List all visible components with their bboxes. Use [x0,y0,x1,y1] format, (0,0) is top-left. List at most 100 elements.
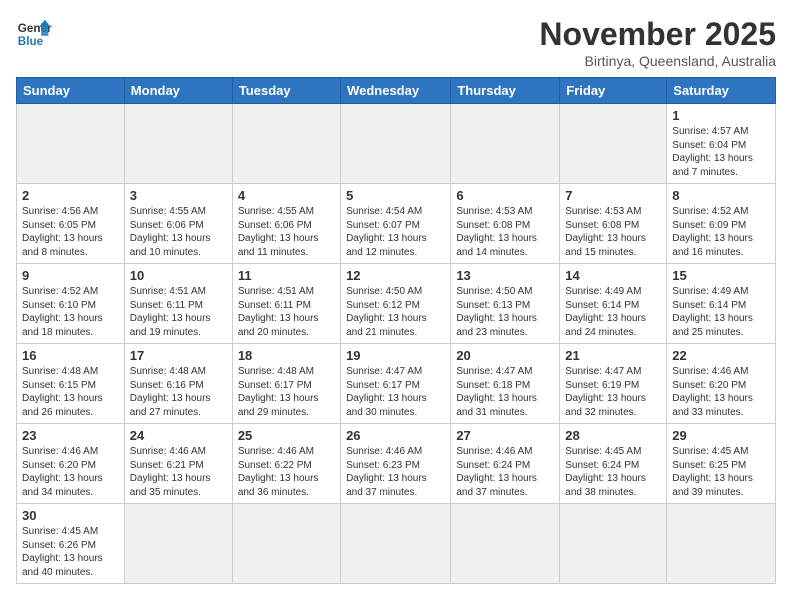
calendar-cell: 24 Sunrise: 4:46 AM Sunset: 6:21 PM Dayli… [124,424,232,504]
calendar-cell: 25Sunrise: 4:46 AM Sunset: 6:22 PM Dayli… [232,424,340,504]
day-info: Sunrise: 4:54 AM Sunset: 6:07 PM Dayligh… [346,205,445,259]
calendar-cell: 2Sunrise: 4:56 AM Sunset: 6:05 PM Daylig… [17,184,125,264]
svg-text:Blue: Blue [18,35,44,48]
day-number: 29 [672,428,770,443]
calendar-cell [341,504,451,584]
day-number: 16 [22,348,119,363]
calendar-cell: 17Sunrise: 4:48 AM Sunset: 6:16 PM Dayli… [124,344,232,424]
calendar-table: SundayMondayTuesdayWednesdayThursdayFrid… [16,77,776,584]
calendar-cell [560,504,667,584]
day-number: 24 [130,428,227,443]
day-number: 6 [456,188,554,203]
calendar-cell: 3Sunrise: 4:55 AM Sunset: 6:06 PM Daylig… [124,184,232,264]
day-number: 11 [238,268,335,283]
day-info: Sunrise: 4:52 AM Sunset: 6:10 PM Dayligh… [22,285,119,339]
day-info: Sunrise: 4:46 AM Sunset: 6:21 PM Dayligh… [130,445,227,499]
calendar-week-5: 23Sunrise: 4:46 AM Sunset: 6:20 PM Dayli… [17,424,776,504]
day-info: Sunrise: 4:51 AM Sunset: 6:11 PM Dayligh… [130,285,227,339]
month-title: November 2025 [539,16,776,53]
logo: General Blue [16,16,52,52]
calendar-cell [560,104,667,184]
day-info: Sunrise: 4:55 AM Sunset: 6:06 PM Dayligh… [130,205,227,259]
calendar-week-4: 16 Sunrise: 4:48 AM Sunset: 6:15 PM Dayli… [17,344,776,424]
day-number: 8 [672,188,770,203]
calendar-cell: 29 Sunrise: 4:45 AM Sunset: 6:25 PM Dayli… [667,424,776,504]
day-info: Sunrise: 4:48 AM Sunset: 6:15 PM Dayligh… [22,365,119,419]
day-info: Sunrise: 4:46 AM Sunset: 6:20 PM Dayligh… [672,365,770,419]
day-number: 7 [565,188,661,203]
calendar-cell: 30 Sunrise: 4:45 AM Sunset: 6:26 PM Dayli… [17,504,125,584]
day-number: 20 [456,348,554,363]
calendar-cell: 9 Sunrise: 4:52 AM Sunset: 6:10 PM Daylig… [17,264,125,344]
day-info: Sunrise: 4:50 AM Sunset: 6:12 PM Dayligh… [346,285,445,339]
calendar-cell [451,504,560,584]
calendar-cell [232,504,340,584]
day-info: Sunrise: 4:49 AM Sunset: 6:14 PM Dayligh… [672,285,770,339]
calendar-cell: 15Sunrise: 4:49 AM Sunset: 6:14 PM Dayli… [667,264,776,344]
calendar-week-1: 1Sunrise: 4:57 AM Sunset: 6:04 PM Daylig… [17,104,776,184]
day-info: Sunrise: 4:57 AM Sunset: 6:04 PM Dayligh… [672,125,770,179]
day-number: 10 [130,268,227,283]
day-number: 18 [238,348,335,363]
day-number: 25 [238,428,335,443]
calendar-cell [124,104,232,184]
day-number: 4 [238,188,335,203]
location: Birtinya, Queensland, Australia [539,53,776,69]
calendar-cell [124,504,232,584]
calendar-cell [232,104,340,184]
day-number: 19 [346,348,445,363]
calendar-cell: 11 Sunrise: 4:51 AM Sunset: 6:11 PM Dayli… [232,264,340,344]
day-number: 27 [456,428,554,443]
page-header: General Blue November 2025 Birtinya, Que… [16,16,776,69]
title-block: November 2025 Birtinya, Queensland, Aust… [539,16,776,69]
calendar-cell [17,104,125,184]
day-header-monday: Monday [124,78,232,104]
day-info: Sunrise: 4:47 AM Sunset: 6:18 PM Dayligh… [456,365,554,419]
day-info: Sunrise: 4:47 AM Sunset: 6:19 PM Dayligh… [565,365,661,419]
day-header-saturday: Saturday [667,78,776,104]
calendar-cell: 21 Sunrise: 4:47 AM Sunset: 6:19 PM Dayli… [560,344,667,424]
calendar-cell: 14 Sunrise: 4:49 AM Sunset: 6:14 PM Dayli… [560,264,667,344]
calendar-cell [667,504,776,584]
day-number: 5 [346,188,445,203]
calendar-cell: 8 Sunrise: 4:52 AM Sunset: 6:09 PM Daylig… [667,184,776,264]
day-number: 13 [456,268,554,283]
day-info: Sunrise: 4:45 AM Sunset: 6:26 PM Dayligh… [22,525,119,579]
day-info: Sunrise: 4:45 AM Sunset: 6:24 PM Dayligh… [565,445,661,499]
calendar-cell [451,104,560,184]
day-info: Sunrise: 4:46 AM Sunset: 6:23 PM Dayligh… [346,445,445,499]
calendar-cell: 27 Sunrise: 4:46 AM Sunset: 6:24 PM Dayli… [451,424,560,504]
day-info: Sunrise: 4:52 AM Sunset: 6:09 PM Dayligh… [672,205,770,259]
calendar-cell: 12 Sunrise: 4:50 AM Sunset: 6:12 PM Dayli… [341,264,451,344]
day-info: Sunrise: 4:46 AM Sunset: 6:20 PM Dayligh… [22,445,119,499]
day-info: Sunrise: 4:53 AM Sunset: 6:08 PM Dayligh… [456,205,554,259]
day-info: Sunrise: 4:45 AM Sunset: 6:25 PM Dayligh… [672,445,770,499]
day-number: 9 [22,268,119,283]
calendar-cell: 18Sunrise: 4:48 AM Sunset: 6:17 PM Dayli… [232,344,340,424]
day-header-tuesday: Tuesday [232,78,340,104]
day-info: Sunrise: 4:51 AM Sunset: 6:11 PM Dayligh… [238,285,335,339]
calendar-week-2: 2Sunrise: 4:56 AM Sunset: 6:05 PM Daylig… [17,184,776,264]
day-info: Sunrise: 4:46 AM Sunset: 6:24 PM Dayligh… [456,445,554,499]
calendar-cell: 6 Sunrise: 4:53 AM Sunset: 6:08 PM Daylig… [451,184,560,264]
calendar-cell [341,104,451,184]
day-number: 22 [672,348,770,363]
day-info: Sunrise: 4:55 AM Sunset: 6:06 PM Dayligh… [238,205,335,259]
calendar-header-row: SundayMondayTuesdayWednesdayThursdayFrid… [17,78,776,104]
calendar-week-3: 9 Sunrise: 4:52 AM Sunset: 6:10 PM Daylig… [17,264,776,344]
day-number: 30 [22,508,119,523]
day-number: 2 [22,188,119,203]
calendar-cell: 13 Sunrise: 4:50 AM Sunset: 6:13 PM Dayli… [451,264,560,344]
day-header-wednesday: Wednesday [341,78,451,104]
day-number: 12 [346,268,445,283]
day-info: Sunrise: 4:48 AM Sunset: 6:16 PM Dayligh… [130,365,227,419]
day-header-friday: Friday [560,78,667,104]
day-info: Sunrise: 4:50 AM Sunset: 6:13 PM Dayligh… [456,285,554,339]
calendar-cell: 19Sunrise: 4:47 AM Sunset: 6:17 PM Dayli… [341,344,451,424]
day-number: 28 [565,428,661,443]
calendar-cell: 26Sunrise: 4:46 AM Sunset: 6:23 PM Dayli… [341,424,451,504]
day-info: Sunrise: 4:49 AM Sunset: 6:14 PM Dayligh… [565,285,661,339]
day-number: 14 [565,268,661,283]
day-number: 21 [565,348,661,363]
calendar-cell: 16 Sunrise: 4:48 AM Sunset: 6:15 PM Dayli… [17,344,125,424]
